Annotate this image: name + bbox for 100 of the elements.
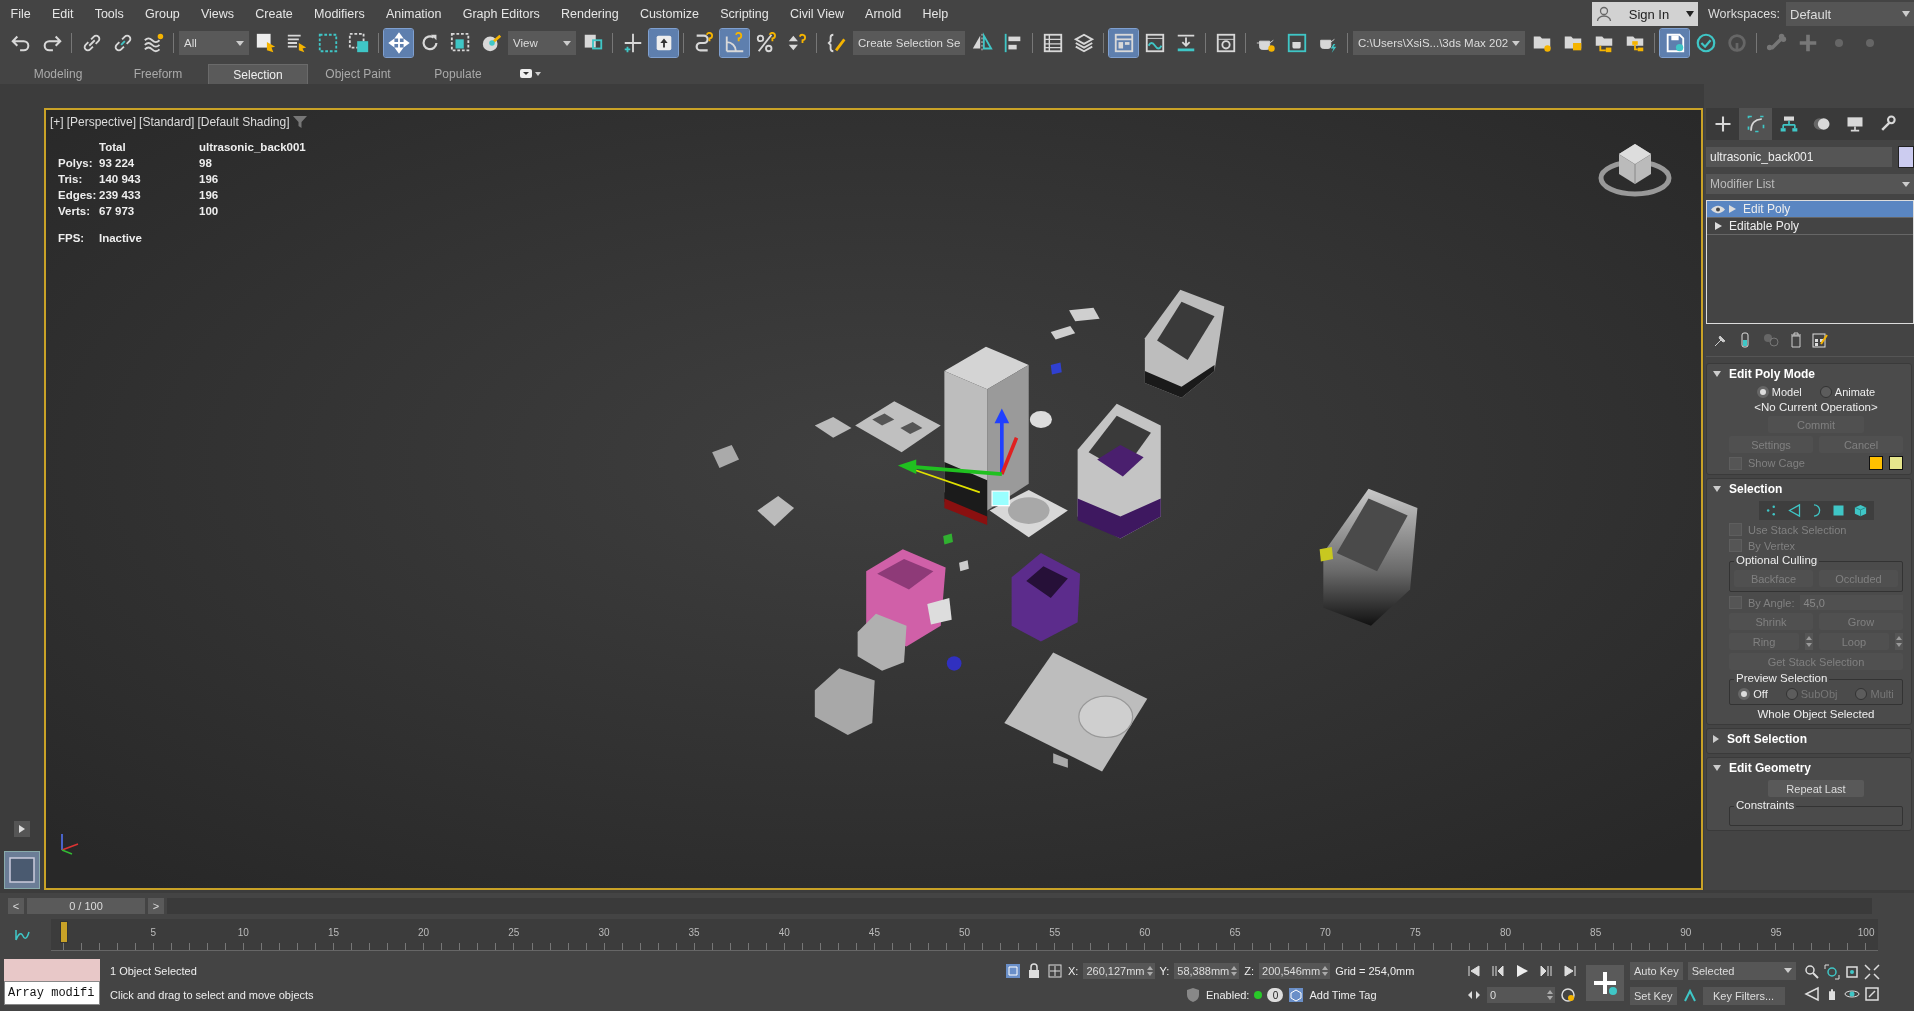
workspace-dropdown[interactable]: Default <box>1786 2 1914 26</box>
test-tube-icon[interactable] <box>1738 332 1752 348</box>
rollout-header[interactable]: Selection <box>1707 479 1911 499</box>
menu-item[interactable]: Edit <box>41 0 85 28</box>
object-name-field[interactable]: ultrasonic_back001 <box>1706 147 1892 167</box>
trash-icon[interactable] <box>1790 332 1802 348</box>
set-key-button[interactable] <box>1586 965 1624 1001</box>
menu-item[interactable]: Arnold <box>854 0 912 28</box>
menu-item[interactable]: Graph Editors <box>452 0 551 28</box>
radio-button[interactable]: Animate <box>1819 386 1876 398</box>
add-time-tag-link[interactable]: Add Time Tag <box>1309 989 1377 1001</box>
isolate-icon[interactable] <box>1005 963 1021 979</box>
viewport-label[interactable]: [+] <box>50 115 64 129</box>
coordinate-field[interactable]: 58,388mm <box>1174 963 1240 979</box>
absolute-mode-icon[interactable] <box>1047 963 1063 979</box>
menu-item[interactable]: Tools <box>84 0 135 28</box>
curve-square-tab[interactable] <box>1739 108 1772 140</box>
viewport-label[interactable]: [Perspective] <box>66 115 137 129</box>
viewport-label[interactable]: [Default Shading] <box>197 115 290 129</box>
dropdown[interactable]: View <box>508 31 576 55</box>
time-config-icon[interactable] <box>1560 987 1576 1003</box>
go-to-start-icon[interactable] <box>1466 963 1482 979</box>
3d-models-drawing[interactable] <box>712 289 1418 772</box>
menu-item[interactable]: Modifiers <box>303 0 376 28</box>
zoom-extents-all-icon[interactable] <box>1863 964 1880 980</box>
script-listener-input[interactable] <box>4 959 100 981</box>
key-filter-icon[interactable] <box>1681 987 1698 1004</box>
timeline-track[interactable]: 5 10 15 20 25 30 35 40 45 50 55 60 65 70 75 80 85 90 95 100 <box>51 919 1878 951</box>
time-tag-icon[interactable] <box>1288 987 1305 1003</box>
lock-icon[interactable] <box>1026 963 1042 979</box>
rollout-header[interactable]: Edit Geometry <box>1707 758 1911 778</box>
menu-item[interactable]: Animation <box>375 0 453 28</box>
menu-item[interactable]: File <box>0 0 42 28</box>
menu-item[interactable]: Customize <box>629 0 710 28</box>
menu-item[interactable]: Views <box>190 0 245 28</box>
curve-toggle-icon[interactable] <box>14 928 30 942</box>
pin-icon[interactable] <box>1714 333 1728 347</box>
object-color-swatch[interactable] <box>1898 146 1914 168</box>
menu-item[interactable]: Civil View <box>779 0 855 28</box>
floppy-disk-button[interactable] <box>1660 29 1689 57</box>
radio-button[interactable]: Off <box>1738 688 1768 700</box>
field-of-view-icon[interactable] <box>1803 986 1820 1002</box>
dropdown[interactable]: C:\Users\XsiS...\3ds Max 202 <box>1353 31 1525 55</box>
viewport-label[interactable]: [Standard] <box>139 115 195 129</box>
viewport-frame[interactable]: [+] [Perspective] [Standard] [Default Shading] Total ultrasonic_back001 Polys: 93 224 98 Tris: 140 943 196 Edges: 239 433 196 Verts: 67 973 100 FPS: Inactive <box>44 108 1703 890</box>
triangle-icon[interactable] <box>1715 222 1722 230</box>
coordinate-field[interactable]: 200,546mm <box>1259 963 1331 979</box>
modifier-stack-item[interactable]: Edit Poly <box>1707 201 1913 218</box>
rollout-header[interactable]: Soft Selection <box>1707 729 1911 749</box>
key-filters-button[interactable]: Key Filters... <box>1702 986 1785 1005</box>
eye-icon[interactable] <box>1711 204 1725 214</box>
sign-in-dropdown[interactable]: Sign In <box>1592 2 1698 26</box>
four-arrows-button[interactable] <box>384 29 413 57</box>
play-icon[interactable] <box>1514 963 1530 979</box>
current-frame-marker[interactable] <box>60 921 68 943</box>
cube-button[interactable] <box>1852 503 1868 518</box>
square-arrow-button[interactable] <box>649 29 678 57</box>
ribbon-tab[interactable]: Modeling <box>8 64 108 84</box>
next-frame-icon[interactable] <box>1538 963 1554 979</box>
key-mode-dropdown[interactable]: Selected <box>1687 961 1796 980</box>
zoom-extents-icon[interactable] <box>1843 964 1860 980</box>
script-listener-output[interactable]: Array modifi <box>4 981 100 1005</box>
shield-icon[interactable] <box>1185 987 1201 1003</box>
time-tag-count[interactable]: 0 <box>1267 988 1284 1002</box>
current-frame-field[interactable]: 0 <box>1487 987 1555 1003</box>
ribbon-tab[interactable]: Freeform <box>108 64 208 84</box>
modifier-stack-item[interactable]: Editable Poly <box>1707 218 1913 235</box>
previous-frame-button[interactable]: < <box>8 898 24 914</box>
dropdown[interactable]: All <box>179 31 249 55</box>
filter-icon[interactable] <box>292 116 307 128</box>
panel-button[interactable]: Repeat Last <box>1768 780 1864 797</box>
viewport-layout-button[interactable] <box>4 851 40 889</box>
menu-item[interactable]: Scripting <box>709 0 780 28</box>
zoom-all-icon[interactable] <box>1823 964 1840 980</box>
panel-window-button[interactable] <box>1109 29 1138 57</box>
set-key-text-button[interactable]: Set Key <box>1630 986 1677 1005</box>
ribbon-tab[interactable]: Object Paint <box>308 64 408 84</box>
maximize-viewport-icon[interactable] <box>1863 986 1880 1002</box>
menu-item[interactable]: Group <box>134 0 191 28</box>
auto-key-button[interactable]: Auto Key <box>1630 961 1683 980</box>
move-gizmo-icon[interactable] <box>897 408 1019 507</box>
modifier-list-dropdown[interactable]: Modifier List <box>1706 174 1914 194</box>
configure-sets-icon[interactable] <box>1812 332 1828 348</box>
coordinate-field[interactable]: 260,127mm <box>1083 963 1155 979</box>
go-to-end-icon[interactable] <box>1562 963 1578 979</box>
ribbon-tab[interactable]: Populate <box>408 64 508 84</box>
angle-magnet-button[interactable] <box>720 29 749 57</box>
menu-item[interactable]: Rendering <box>550 0 630 28</box>
ribbon-tab[interactable]: Selection <box>208 64 308 84</box>
modifier-stack[interactable]: Edit Poly Editable Poly <box>1706 200 1914 324</box>
zoom-icon[interactable] <box>1803 964 1820 980</box>
rollout-header[interactable]: Edit Poly Mode <box>1707 364 1911 384</box>
ribbon-options-icon[interactable] <box>520 68 542 80</box>
menu-item[interactable]: Help <box>911 0 959 28</box>
dropdown[interactable]: Create Selection Se <box>853 31 965 55</box>
next-frame-button[interactable]: > <box>148 898 164 914</box>
triangle-edge-button[interactable] <box>1786 503 1802 518</box>
expand-button[interactable] <box>14 821 30 837</box>
menu-item[interactable]: Create <box>244 0 304 28</box>
previous-frame-icon[interactable] <box>1490 963 1506 979</box>
